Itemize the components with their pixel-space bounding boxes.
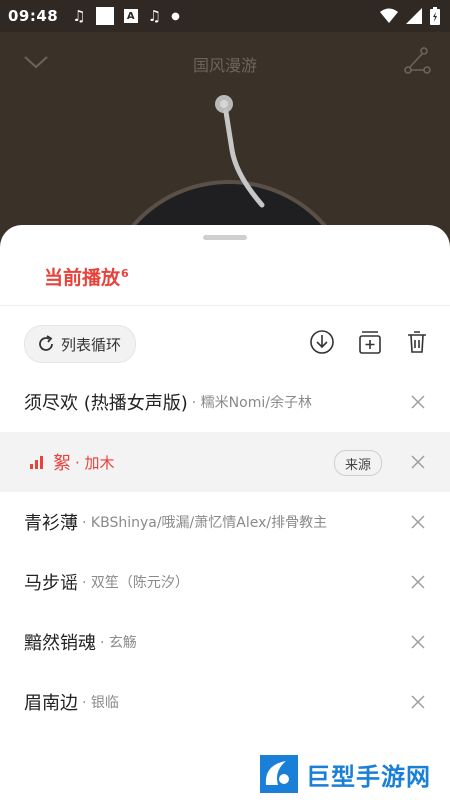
song-artist: · 玄觞 [100,635,137,651]
song-title: 黯然销魂 [24,633,96,654]
trash-icon[interactable] [404,329,430,355]
player-title: 国风漫游 [192,56,257,75]
playlist-row[interactable]: 须尽欢 (热播女声版) · 糯米Nomi/余子林 [0,372,450,432]
playing-indicator-icon [30,455,43,469]
watermark: 巨型手游网 [256,748,450,800]
song-artist: · 双笙（陈元汐） [82,575,189,591]
player-header: 国风漫游 [0,32,450,92]
song-artist: · 加木 [75,453,115,472]
repeat-icon [39,335,53,351]
remove-icon[interactable] [410,574,426,590]
remove-icon[interactable] [410,394,426,410]
wifi-icon [380,8,398,23]
playlist-row-playing[interactable]: 絮 · 加木 来源 [0,432,450,492]
source-button[interactable]: 来源 [334,450,383,476]
remove-icon[interactable] [410,634,426,650]
remove-icon[interactable] [410,694,426,710]
remove-icon[interactable] [410,454,426,470]
song-title: 眉南边 [24,693,78,714]
playlist-sheet: 当前播放6 列表循环 须尽欢 (热播女声版) · 糯米Nomi/余子林 絮 · … [0,225,450,800]
song-title: 青衫薄 [24,513,78,534]
playlist-row[interactable]: 马步谣 · 双笙（陈元汐） [0,552,450,612]
a-icon: A [123,9,138,23]
music-note-icon: ♫ [72,7,86,25]
status-time: 09:48 [8,7,59,25]
playlist-count: 6 [121,266,129,280]
playlist-row[interactable]: 青衫薄 · KBShinya/哦漏/萧忆情Alex/排骨教主 [0,492,450,552]
song-title: 絮 [53,453,71,474]
loop-mode-button[interactable]: 列表循环 [24,325,137,363]
loop-mode-label: 列表循环 [61,335,122,354]
watermark-text: 巨型手游网 [306,762,431,791]
drag-handle[interactable] [203,235,247,240]
song-artist: · 银临 [82,695,119,711]
playlist-row[interactable]: 黯然销魂 · 玄觞 [0,612,450,672]
playlist-title: 当前播放6 [44,263,129,290]
notification-icons: ♫ A ♫ ● [72,7,180,25]
download-icon[interactable] [309,329,335,355]
battery-icon [430,7,440,25]
playlist-title-text: 当前播放 [44,267,121,289]
system-icons [380,7,440,25]
square-icon [95,7,114,25]
signal-icon [406,8,422,24]
song-artist: · 糯米Nomi/余子林 [191,395,312,411]
watermark-logo-icon [260,755,298,793]
song-title: 马步谣 [24,573,78,594]
share-icon[interactable] [402,46,432,76]
divider [0,305,450,306]
add-to-playlist-icon[interactable] [357,329,383,355]
playlist-toolbar: 列表循环 [0,325,450,363]
status-bar: 09:48 ♫ A ♫ ● [0,0,450,32]
song-title: 须尽欢 (热播女声版) [24,393,188,414]
music-note-icon: ♫ [147,7,162,25]
dot-icon: ● [171,10,180,22]
playlist-row[interactable]: 眉南边 · 银临 [0,672,450,732]
remove-icon[interactable] [410,514,426,530]
tonearm [215,95,265,208]
song-artist: · KBShinya/哦漏/萧忆情Alex/排骨教主 [82,515,328,531]
